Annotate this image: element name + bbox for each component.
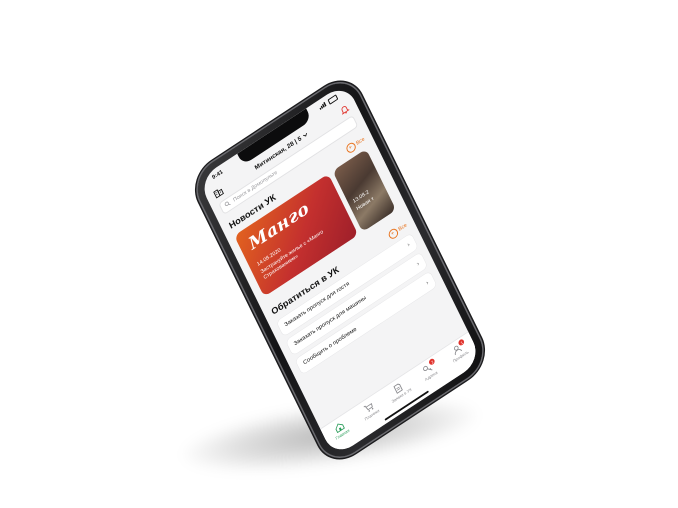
tab-home[interactable]: Главная [324,415,356,445]
search-icon [224,200,232,210]
tab-profile[interactable]: Профиль 1 [443,337,475,367]
chevron-down-icon [302,131,309,140]
news-all-label: Все [355,136,366,147]
notification-badge: 2 [428,357,436,366]
status-time: 9:41 [211,169,225,182]
uk-all-label: Все [397,222,408,233]
building-icon[interactable] [212,185,224,199]
tab-addresses[interactable]: Адреса 2 [413,356,445,386]
bell-icon[interactable] [338,103,350,117]
notification-badge: 1 [457,338,466,347]
chevron-right-icon: › [406,241,411,249]
tab-payments[interactable]: Платежи [354,395,386,425]
signal-icon [318,101,328,111]
battery-icon [327,94,339,105]
chevron-right-icon: › [424,279,430,287]
chevron-right-icon: › [415,260,421,268]
